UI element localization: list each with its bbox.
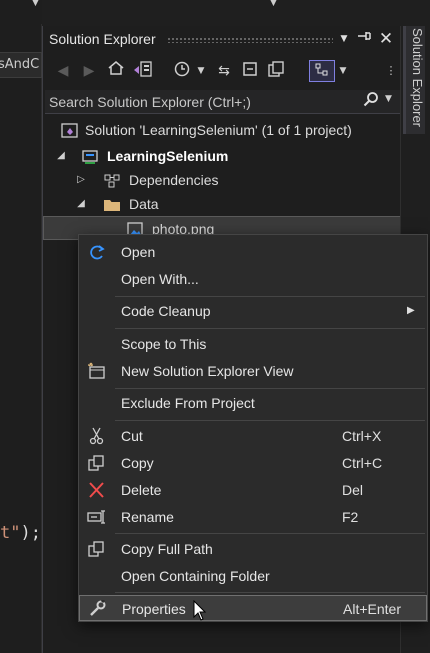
- shortcut-label: Ctrl+C: [342, 455, 383, 471]
- history-icon[interactable]: [171, 60, 193, 82]
- mouse-pointer-icon: [193, 599, 207, 626]
- chevron-down-icon[interactable]: ▼: [32, 0, 40, 8]
- menu-item-scope-to-this[interactable]: Scope to This: [79, 331, 427, 357]
- menu-item-label: Rename: [121, 509, 174, 525]
- open-icon: [87, 243, 107, 261]
- panel-title: Solution Explorer: [49, 31, 156, 47]
- menu-item-open-with[interactable]: Open With...: [79, 266, 427, 292]
- wrench-icon: [88, 598, 108, 618]
- side-tab-label: Solution Explorer: [410, 28, 425, 127]
- show-all-files-icon[interactable]: [265, 60, 287, 82]
- menu-item-copy[interactable]: Copy Ctrl+C: [79, 450, 427, 476]
- panel-title-bar[interactable]: Solution Explorer ▼ ✕: [43, 26, 401, 54]
- menu-item-rename[interactable]: Rename F2: [79, 504, 427, 530]
- sync-with-document-icon[interactable]: ⇆: [213, 60, 235, 82]
- code-line: t");: [0, 523, 41, 543]
- menu-item-cut[interactable]: Cut Ctrl+X: [79, 423, 427, 449]
- menu-item-exclude-from-project[interactable]: Exclude From Project: [79, 390, 427, 416]
- code-editor[interactable]: ▼ sAndC t");: [0, 0, 42, 653]
- home-icon[interactable]: [105, 60, 127, 82]
- back-icon[interactable]: ◀: [53, 60, 73, 82]
- copy-icon: [87, 454, 107, 472]
- search-options-dropdown-icon[interactable]: ▼: [385, 94, 392, 104]
- code-punctuation: );: [20, 523, 41, 543]
- history-dropdown-icon[interactable]: ▼: [195, 60, 207, 82]
- drag-grip[interactable]: [167, 37, 333, 43]
- menu-separator: [115, 296, 425, 297]
- search-box[interactable]: ▼: [45, 90, 401, 114]
- tree-item-data-folder[interactable]: ◢ Data: [43, 192, 401, 216]
- menu-item-label: Open: [121, 244, 156, 260]
- tree-item-label: Data: [129, 196, 159, 212]
- menu-item-label: Copy: [121, 455, 154, 471]
- switch-views-icon[interactable]: [131, 60, 155, 82]
- new-view-icon: [87, 362, 107, 380]
- menu-item-open[interactable]: Open: [79, 239, 427, 265]
- rename-icon: [87, 508, 107, 526]
- menu-item-code-cleanup[interactable]: Code Cleanup ▶: [79, 298, 427, 324]
- shortcut-label: F2: [342, 509, 359, 525]
- test-project-icon: [81, 148, 99, 164]
- dependencies-icon: [103, 172, 121, 188]
- forward-icon[interactable]: ▶: [79, 60, 99, 82]
- menu-separator: [115, 388, 425, 389]
- shortcut-label: Alt+Enter: [343, 601, 401, 617]
- solution-icon: [61, 122, 79, 138]
- menu-item-properties[interactable]: Properties Alt+Enter: [79, 595, 427, 621]
- window-position-menu-icon[interactable]: ▼: [335, 29, 353, 49]
- tree-item-solution[interactable]: Solution 'LearningSelenium' (1 of 1 proj…: [43, 118, 401, 142]
- expanded-arrow-icon[interactable]: ◢: [75, 192, 87, 216]
- side-tab-solution-explorer[interactable]: Solution Explorer: [403, 26, 425, 134]
- close-icon[interactable]: ✕: [377, 29, 395, 49]
- folder-icon: [103, 196, 121, 212]
- search-input[interactable]: [49, 92, 349, 112]
- menu-separator: [115, 533, 425, 534]
- menu-item-label: New Solution Explorer View: [121, 363, 294, 379]
- tree-item-project[interactable]: ◢ LearningSelenium: [43, 144, 401, 168]
- scissors-icon: [87, 427, 107, 445]
- editor-navigation-dropdown[interactable]: sAndC: [0, 52, 42, 78]
- menu-item-new-solution-explorer-view[interactable]: New Solution Explorer View: [79, 358, 427, 384]
- menu-item-label: Properties: [122, 601, 186, 617]
- string-literal: t": [0, 523, 21, 543]
- shortcut-label: Ctrl+X: [342, 428, 382, 444]
- panel-toolbar: ◀ ▶ ▼ ⇆ ▼ ⋮: [43, 54, 401, 88]
- menu-item-copy-full-path[interactable]: Copy Full Path: [79, 536, 427, 562]
- top-bar: ▼: [42, 0, 430, 26]
- menu-item-open-containing-folder[interactable]: Open Containing Folder: [79, 563, 427, 589]
- menu-item-label: Open Containing Folder: [121, 568, 270, 584]
- delete-icon: [87, 481, 107, 499]
- menu-item-label: Delete: [121, 482, 162, 498]
- tree-item-label: Solution 'LearningSelenium' (1 of 1 proj…: [85, 122, 352, 138]
- chevron-down-icon[interactable]: ▼: [337, 60, 349, 82]
- preview-selected-items-icon[interactable]: [309, 60, 335, 82]
- search-icon[interactable]: [363, 91, 379, 111]
- menu-separator: [115, 592, 425, 593]
- collapsed-arrow-icon[interactable]: ▷: [75, 168, 87, 192]
- menu-item-label: Exclude From Project: [121, 395, 255, 411]
- menu-separator: [115, 420, 425, 421]
- menu-item-label: Scope to This: [121, 336, 207, 352]
- expanded-arrow-icon[interactable]: ◢: [55, 144, 67, 168]
- shortcut-label: Del: [342, 482, 364, 498]
- submenu-arrow-icon: ▶: [407, 305, 415, 316]
- context-menu: Open Open With... Code Cleanup ▶ Scope t…: [78, 234, 428, 622]
- tree-item-label: Dependencies: [129, 172, 219, 188]
- menu-separator: [115, 328, 425, 329]
- collapse-all-icon[interactable]: [239, 60, 261, 82]
- menu-item-label: Cut: [121, 428, 143, 444]
- menu-item-label: Copy Full Path: [121, 541, 213, 557]
- menu-item-label: Code Cleanup: [121, 303, 211, 319]
- menu-item-label: Open With...: [121, 271, 199, 287]
- auto-hide-pin-icon[interactable]: [355, 29, 373, 49]
- menu-item-delete[interactable]: Delete Del: [79, 477, 427, 503]
- copy-path-icon: [87, 540, 107, 558]
- tree-item-dependencies[interactable]: ▷ Dependencies: [43, 168, 401, 192]
- chevron-down-icon[interactable]: ▼: [270, 0, 277, 8]
- more-options-icon[interactable]: ⋮: [383, 60, 399, 82]
- tree-item-label: LearningSelenium: [107, 148, 229, 164]
